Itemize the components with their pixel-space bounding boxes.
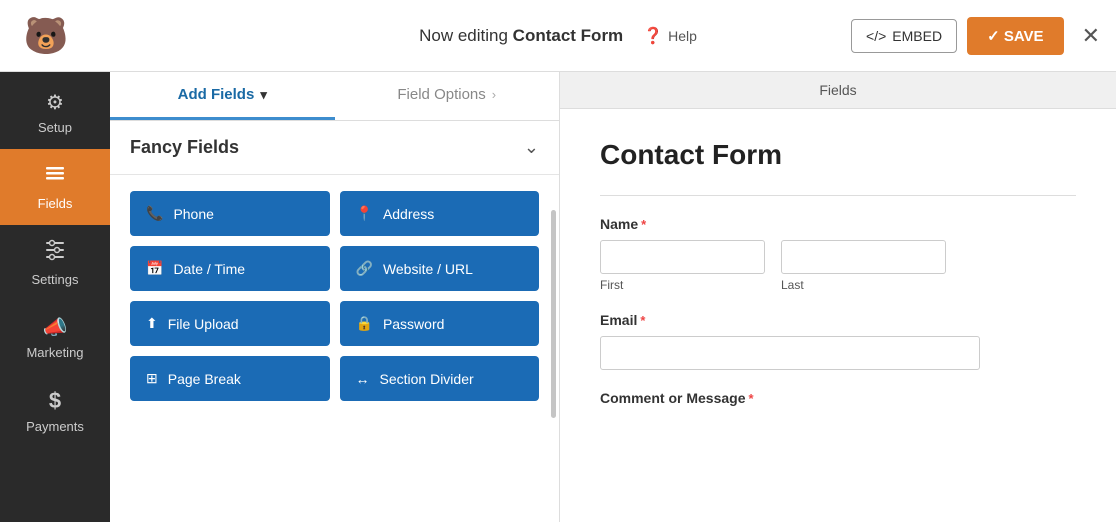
close-button[interactable]: ✕ [1082,23,1100,49]
name-label: Name * [600,216,1076,232]
first-name-input[interactable] [600,240,765,274]
comment-required-star: * [748,391,753,406]
link-icon: 🔗 [356,260,373,277]
add-fields-label: Add Fields [178,86,255,103]
form-divider [600,195,1076,196]
scrollbar[interactable] [551,210,556,418]
embed-button[interactable]: </> EMBED [851,19,957,53]
sidebar-item-settings[interactable]: Settings [0,225,110,301]
form-content: Contact Form Name * First Last [560,109,1116,522]
panel-area: Add Fields ▾ Field Options › Fancy Field… [110,72,560,522]
last-label: Last [781,278,946,292]
upload-icon: ⬆ [146,315,158,332]
panel-tabs: Add Fields ▾ Field Options › [110,72,559,121]
gear-icon: ⚙ [46,90,64,115]
payments-label: Payments [26,419,84,434]
code-icon: </> [866,28,886,44]
top-bar: 🐻 Now editing Contact Form ❓ Help </> EM… [0,0,1116,72]
settings-label: Settings [32,272,79,287]
form-name: Contact Form [513,26,624,45]
page-break-button[interactable]: ⊞ Page Break [130,356,330,401]
file-upload-label: File Upload [168,316,239,332]
help-button[interactable]: ❓ Help [643,26,697,46]
first-name-wrap: First [600,240,765,292]
fancy-fields-title: Fancy Fields [130,137,239,158]
email-input[interactable] [600,336,980,370]
sidebar-item-setup[interactable]: ⚙ Setup [0,76,110,149]
page-break-icon: ⊞ [146,370,158,387]
sidebar-item-fields[interactable]: Fields [0,149,110,225]
file-upload-button[interactable]: ⬆ File Upload [130,301,330,346]
section-divider-button[interactable]: ↔ Section Divider [340,356,540,401]
chevron-down-icon: ▾ [260,87,267,103]
email-field: Email * [600,312,1076,370]
top-bar-center: Now editing Contact Form ❓ Help [419,26,697,46]
sidebar-item-payments[interactable]: $ Payments [0,374,110,448]
fields-icon [44,163,66,191]
phone-button[interactable]: 📞 Phone [130,191,330,236]
website-url-button[interactable]: 🔗 Website / URL [340,246,540,291]
fancy-fields-header: Fancy Fields ⌄ [110,121,559,175]
fields-tab-label: Fields [560,72,1116,109]
tab-field-options[interactable]: Field Options › [335,72,560,120]
email-label: Email * [600,312,1076,328]
comment-label: Comment or Message * [600,390,1076,406]
password-label: Password [383,316,444,332]
save-label: ✓ SAVE [987,27,1043,45]
divider-icon: ↔ [356,371,370,387]
date-time-button[interactable]: 📅 Date / Time [130,246,330,291]
fancy-fields-collapse-icon[interactable]: ⌄ [524,137,539,158]
first-label: First [600,278,765,292]
comment-field: Comment or Message * [600,390,1076,406]
bear-logo-icon: 🐻 [24,15,69,57]
question-icon: ❓ [643,26,663,46]
tab-add-fields[interactable]: Add Fields ▾ [110,72,335,120]
password-button[interactable]: 🔒 Password [340,301,540,346]
phone-label: Phone [173,206,213,222]
settings-icon [44,239,66,267]
website-url-label: Website / URL [383,261,473,277]
setup-label: Setup [38,120,72,135]
last-name-input[interactable] [781,240,946,274]
lock-icon: 🔒 [356,315,373,332]
editing-prefix: Now editing [419,26,513,45]
sidebar-item-marketing[interactable]: 📣 Marketing [0,301,110,374]
dollar-icon: $ [49,388,61,414]
field-options-label: Field Options [397,86,485,103]
phone-icon: 📞 [146,205,163,222]
help-label: Help [668,28,697,44]
address-label: Address [383,206,434,222]
megaphone-icon: 📣 [43,315,68,340]
side-nav: ⚙ Setup Fields [0,72,110,522]
fields-label: Fields [38,196,73,211]
form-title: Contact Form [600,139,1076,171]
page-break-label: Page Break [168,371,241,387]
logo: 🐻 [16,6,76,66]
top-bar-actions: </> EMBED ✓ SAVE ✕ [851,17,1100,55]
email-required-star: * [640,313,645,328]
last-name-wrap: Last [781,240,946,292]
name-required-star: * [641,217,646,232]
form-preview: Fields Contact Form Name * First Last [560,72,1116,522]
close-icon: ✕ [1082,23,1100,48]
embed-label: EMBED [892,28,942,44]
calendar-icon: 📅 [146,260,163,277]
marketing-label: Marketing [26,345,83,360]
name-field: Name * First Last [600,216,1076,292]
save-button[interactable]: ✓ SAVE [967,17,1063,55]
fields-grid: 📞 Phone 📍 Address 📅 Date / Time 🔗 Websit… [110,175,559,417]
chevron-right-icon: › [492,87,496,102]
address-button[interactable]: 📍 Address [340,191,540,236]
main-layout: ⚙ Setup Fields [0,72,1116,522]
name-inputs: First Last [600,240,1076,292]
address-icon: 📍 [356,205,373,222]
date-time-label: Date / Time [173,261,245,277]
section-divider-label: Section Divider [380,371,474,387]
editing-label: Now editing Contact Form [419,26,623,46]
